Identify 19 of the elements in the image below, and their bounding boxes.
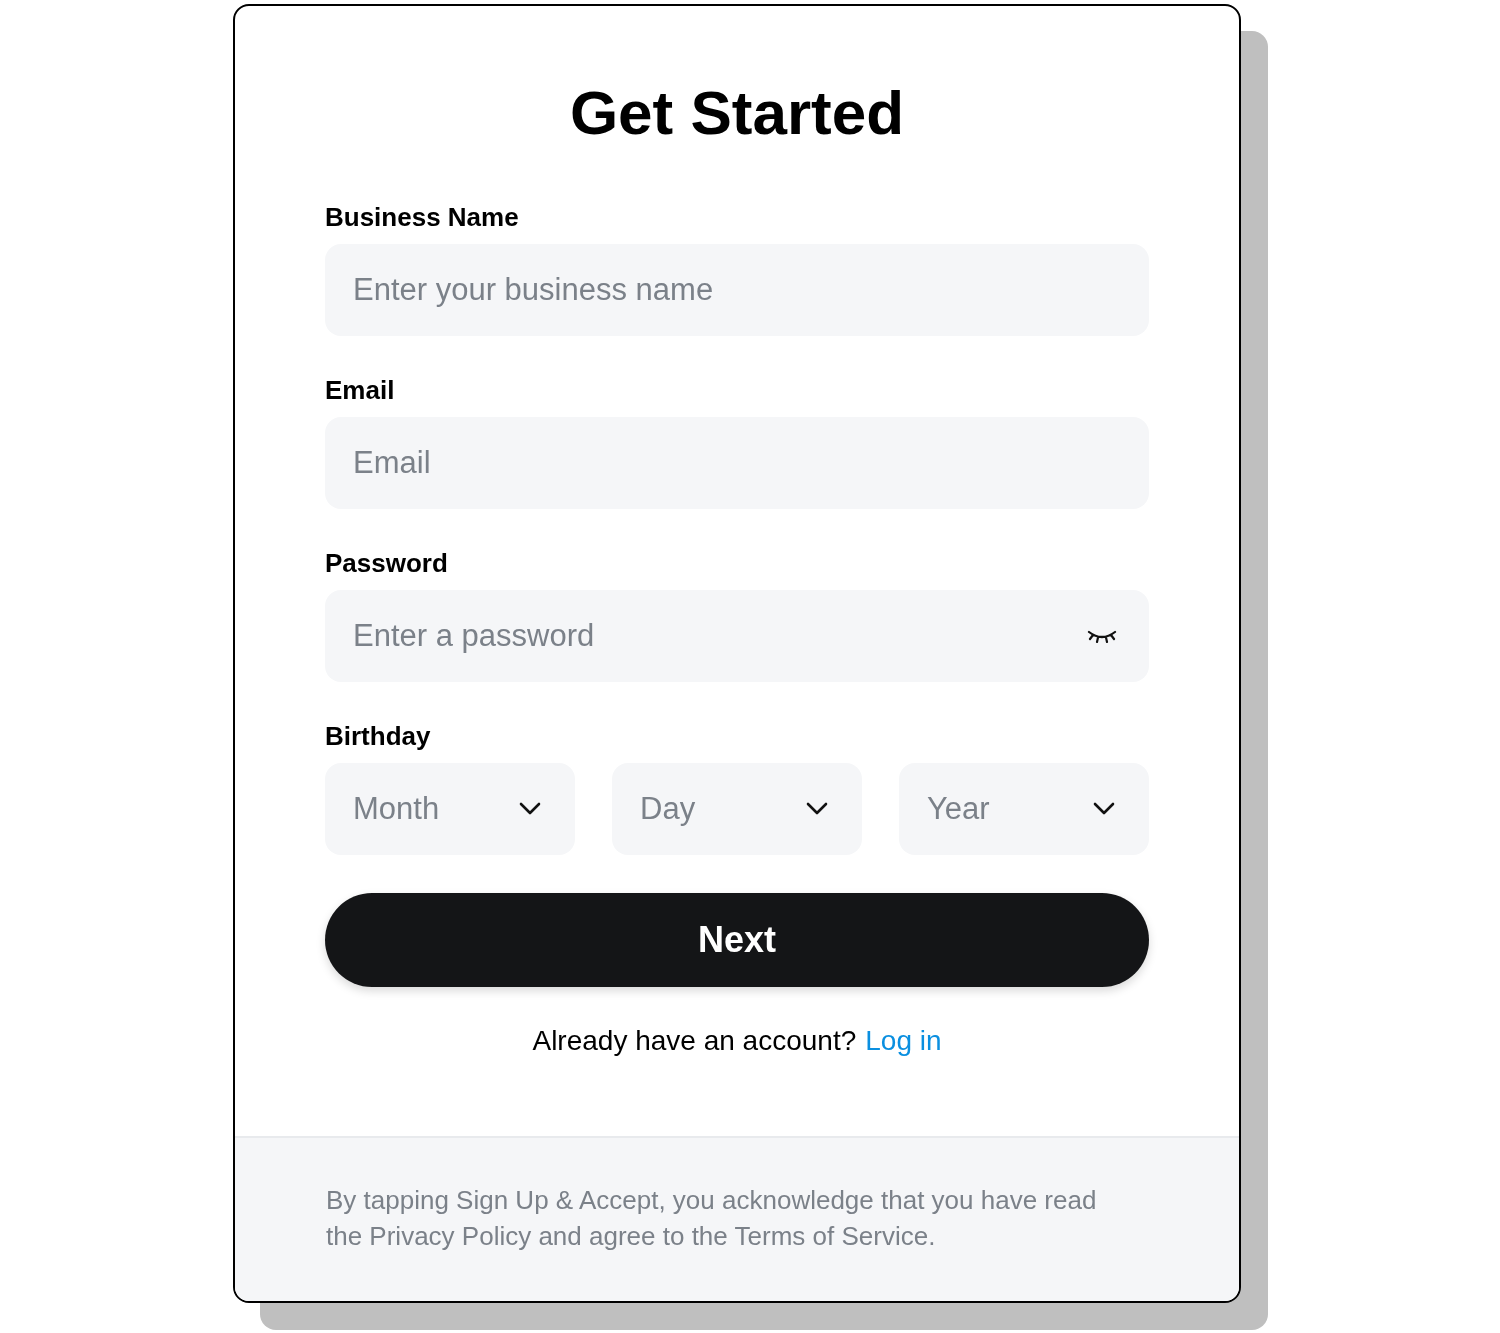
field-label: Password <box>325 548 449 578</box>
chevron-down-icon <box>1093 802 1115 816</box>
password-field[interactable]: Enter a password <box>325 590 1149 682</box>
dropdown-select[interactable]: Year <box>899 763 1149 855</box>
field-label: Email <box>325 375 396 405</box>
next-button[interactable]: Next <box>325 893 1149 987</box>
page-title: Get Started <box>569 77 905 149</box>
dropdown-select[interactable]: Day <box>612 763 862 855</box>
chevron-down-icon <box>806 802 828 816</box>
chevron-down-icon <box>519 802 541 816</box>
login-link[interactable]: Log in <box>865 1023 942 1059</box>
text-field[interactable]: Enter your business name <box>325 244 1149 336</box>
dropdown-select[interactable]: Month <box>325 763 575 855</box>
closed-eye-icon[interactable] <box>1087 629 1117 643</box>
field-label: Birthday <box>325 721 432 751</box>
field-label: Business Name <box>325 202 520 232</box>
text-field[interactable]: Email <box>325 417 1149 509</box>
terms-notice: By tapping Sign Up & Accept, you acknowledge that you have read the Privacy Policy and agree to the Terms of Service. <box>326 1184 1098 1253</box>
login-prompt: Already have an account? <box>532 1024 857 1058</box>
